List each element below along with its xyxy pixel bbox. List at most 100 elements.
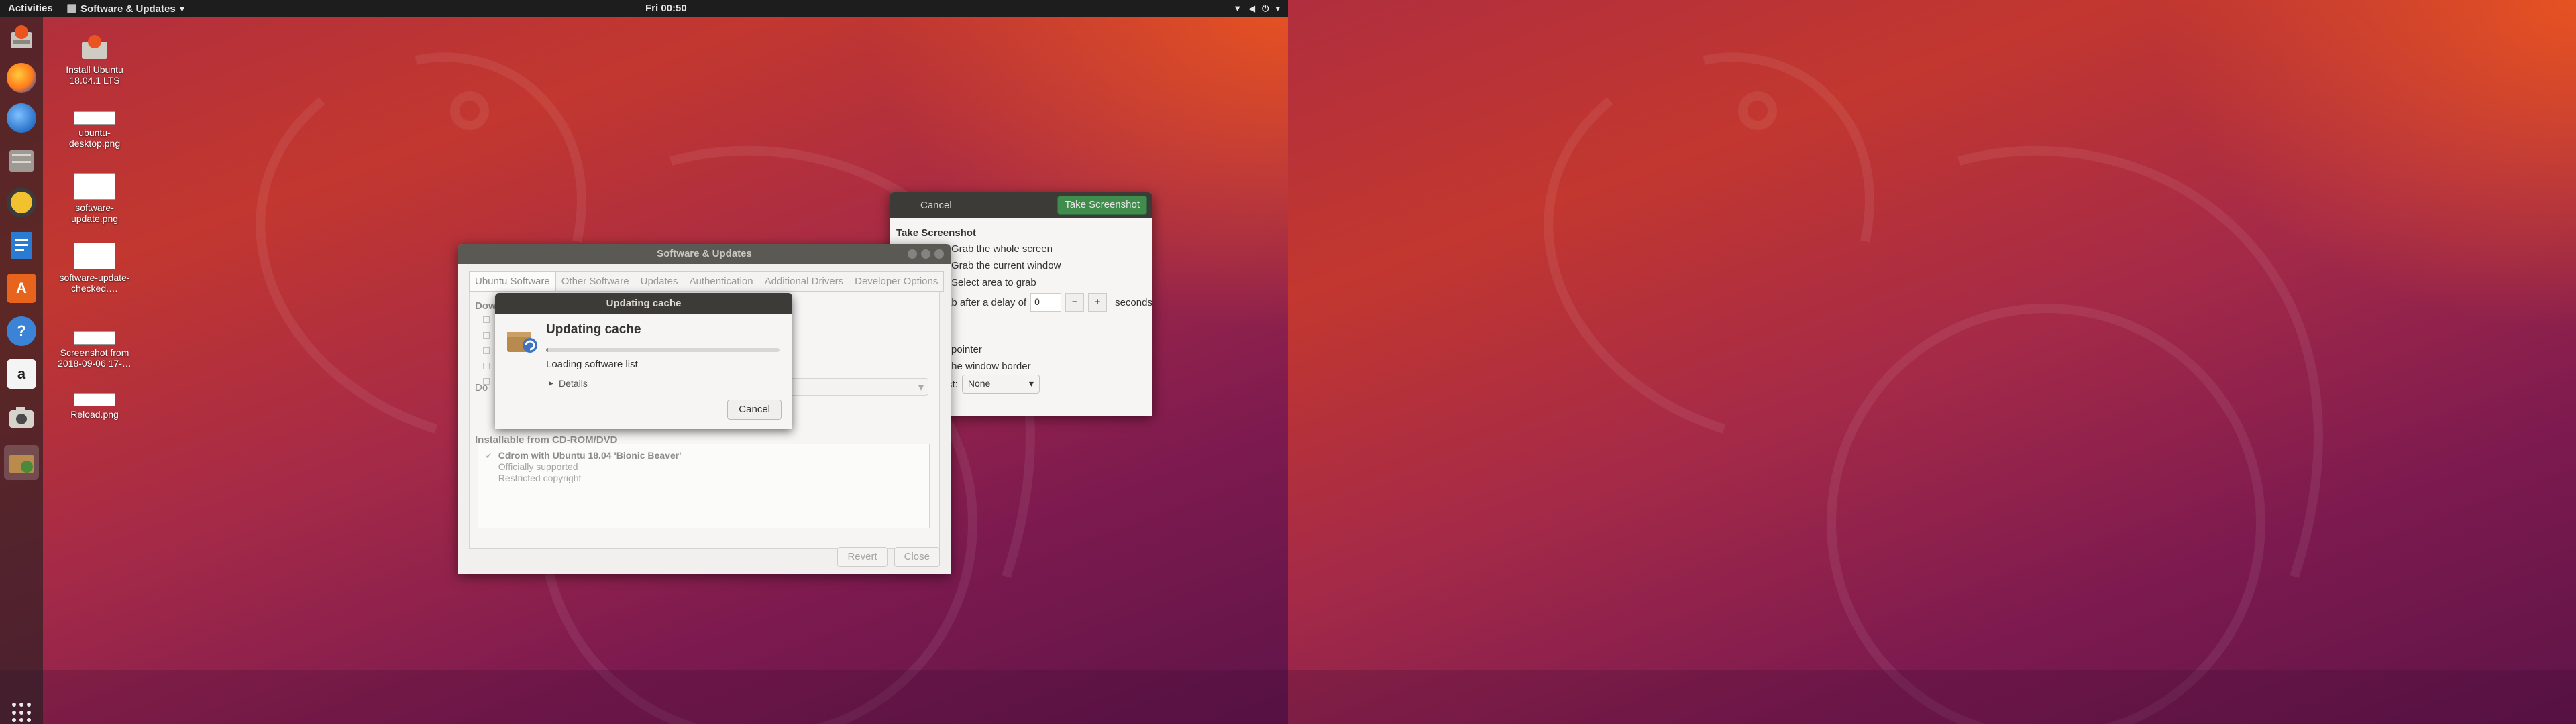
window-titlebar[interactable]: Software & Updates [458,244,951,264]
grid-dot [19,703,23,707]
close-icon[interactable] [934,249,944,259]
desktop-icon-label: Reload.png [70,409,119,420]
delay-decrement-button[interactable]: − [1065,293,1085,312]
chevron-down-icon: ▾ [1028,378,1034,389]
maximize-icon[interactable] [921,249,930,259]
grab-current-window-option[interactable]: Grab the current window [951,260,1061,272]
grid-dot [19,710,23,715]
grab-whole-screen-option[interactable]: Grab the whole screen [951,243,1053,255]
checkbox[interactable] [483,316,490,323]
tab-ubuntu-software[interactable]: Ubuntu Software [469,272,555,292]
dock: A ? a [0,17,43,724]
updating-cache-dialog: Updating cache Updating cache Loading so… [495,293,792,429]
activities-button[interactable]: Activities [8,3,53,14]
amazon-dock[interactable]: a [4,357,39,391]
grid-dot [27,710,31,715]
desktop-icon-label: software-update-checked.… [59,272,130,294]
clock[interactable]: Fri 00:50 [645,3,687,14]
firefox-dock[interactable] [4,60,39,95]
install-ubuntu-icon [11,25,32,48]
checkbox[interactable] [483,347,490,354]
show-applications-button[interactable] [12,703,32,723]
package-update-icon [507,332,537,353]
grid-dot [27,718,31,723]
app-menu[interactable]: Software & Updates ▾ [67,3,184,15]
tab-authentication[interactable]: Authentication [683,272,759,292]
wallpaper-pattern [1288,52,2576,724]
app-menu-label: Software & Updates [80,3,176,15]
screenshot-cancel-button[interactable]: Cancel [920,200,952,211]
revert-button[interactable]: Revert [837,547,888,567]
files-dock[interactable] [4,143,39,178]
software-updates-dock[interactable] [4,445,39,480]
image-file-icon [74,331,115,345]
chevron-down-icon: ▾ [179,3,185,15]
power-icon: ⏻ [1262,3,1269,13]
desktop-icon-software-update-checked[interactable]: software-update-checked.… [58,243,131,294]
desktop-icon-label: ubuntu-desktop.png [68,127,121,149]
tab-updates[interactable]: Updates [634,272,684,292]
include-pointer-option[interactable]: pointer [951,344,982,355]
right-monitor [1288,0,2576,724]
delay-unit-label: seconds [1115,296,1152,308]
screenshot-dock[interactable] [4,400,39,434]
help-dock[interactable]: ? [4,314,39,349]
progress-fill [546,348,549,352]
thunderbird-icon [7,103,36,133]
take-screenshot-button[interactable]: Take Screenshot [1057,196,1147,215]
desktop-icon-software-update[interactable]: software-update.png [58,173,131,224]
checkbox[interactable] [483,332,490,339]
window-controls [908,249,944,259]
libreoffice-writer-dock[interactable] [4,228,39,263]
component-checkboxes [483,316,490,385]
effect-row: ct: None ▾ [947,375,1040,394]
delay-input[interactable]: 0 [1030,293,1062,312]
select-area-option[interactable]: Select area to grab [951,277,1036,288]
window-title: Software & Updates [657,248,752,259]
image-file-icon [74,173,115,200]
system-tray[interactable]: ▼ ◀ ⏻ ▾ [1233,3,1280,14]
desktop-icon-label: Screenshot from 2018-09-06 17-… [58,347,131,369]
include-border-option[interactable]: the window border [949,361,1031,372]
details-expander[interactable]: ▸ Details [549,377,588,389]
downloadable-heading: Dow [475,300,496,312]
screenshot-heading: Take Screenshot [896,227,976,239]
files-icon [9,150,34,172]
desktop-icon-reload[interactable]: Reload.png [58,393,131,420]
top-bar: Activities Software & Updates ▾ Fri 00:5… [0,0,1288,17]
desktop-icon-screenshot[interactable]: Screenshot from 2018-09-06 17-… [58,331,131,369]
download-from-label: Do [475,382,488,394]
thunderbird-dock[interactable] [4,101,39,135]
tab-additional-drivers[interactable]: Additional Drivers [758,272,849,292]
desktop-icon-install-ubuntu[interactable]: Install Ubuntu 18.04.1 LTS [58,32,131,86]
cdrom-entry[interactable]: ✓ Cdrom with Ubuntu 18.04 'Bionic Beaver… [485,450,922,484]
minimize-icon[interactable] [908,249,917,259]
ubuntu-software-dock[interactable]: A [4,271,39,306]
grid-dot [12,710,16,715]
camera-icon [9,407,34,428]
tab-developer-options[interactable]: Developer Options [849,272,945,292]
window-footer: Revert Close [837,547,940,567]
download-from-select[interactable]: ▾ [774,378,928,396]
cdrom-support: Officially supported [498,461,578,472]
install-ubuntu-dock[interactable] [4,20,39,55]
desktop-icon-ubuntu-desktop[interactable]: ubuntu-desktop.png [58,111,131,149]
rhythmbox-dock[interactable] [4,185,39,220]
software-updates-dock-icon [9,455,34,473]
menu-arrow-icon: ▾ [1275,3,1280,13]
effect-select[interactable]: None ▾ [961,375,1040,394]
left-monitor: Activities Software & Updates ▾ Fri 00:5… [0,0,1288,724]
tab-bar: Ubuntu Software Other Software Updates A… [469,272,945,292]
volume-icon: ◀ [1248,3,1256,13]
cancel-button[interactable]: Cancel [727,400,782,420]
dialog-heading: Updating cache [546,322,641,337]
desktop-icon-label: software-update.png [70,202,119,224]
checkbox[interactable] [483,363,490,369]
delay-increment-button[interactable]: + [1088,293,1108,312]
dialog-titlebar[interactable]: Updating cache [495,293,792,314]
close-button[interactable]: Close [894,547,940,567]
tab-other-software[interactable]: Other Software [555,272,635,292]
delay-label: ab after a delay of [946,296,1027,308]
checkmark-icon: ✓ [485,450,493,461]
firefox-icon [7,63,36,93]
